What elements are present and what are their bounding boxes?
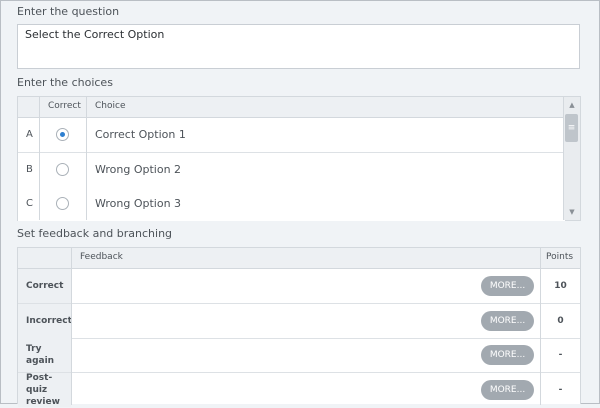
header-points: Points <box>546 252 574 262</box>
choices-table-header: Correct Choice <box>18 97 565 118</box>
feedback-row-label: Incorrect <box>18 304 72 338</box>
correct-radio-selected[interactable] <box>56 128 69 141</box>
scroll-down-arrow-icon[interactable]: ▼ <box>564 205 580 219</box>
points-value[interactable]: 0 <box>541 304 580 338</box>
more-button[interactable]: MORE... <box>481 311 534 331</box>
feedback-row-try-again: Try again MORE... - <box>18 338 580 373</box>
more-button[interactable]: MORE... <box>481 345 534 365</box>
choice-text-input[interactable]: Wrong Option 2 <box>95 163 181 176</box>
header-feedback: Feedback <box>80 252 123 262</box>
correct-radio[interactable] <box>56 163 69 176</box>
column-divider <box>86 97 87 220</box>
choices-scrollbar[interactable]: ▲ ≡ ▼ <box>563 97 580 220</box>
points-value[interactable]: - <box>541 373 580 407</box>
points-value[interactable]: - <box>541 338 580 372</box>
choices-section-label: Enter the choices <box>17 76 113 89</box>
feedback-row-label: Correct <box>18 269 71 303</box>
header-correct: Correct <box>48 101 81 111</box>
feedback-row-correct: Correct MORE... 10 <box>18 269 580 304</box>
points-value[interactable]: 10 <box>541 269 580 303</box>
question-section-label: Enter the question <box>17 5 120 18</box>
correct-radio[interactable] <box>56 197 69 210</box>
choice-letter: A <box>26 129 33 140</box>
feedback-row-label: Post-quiz review <box>18 373 71 407</box>
choice-letter: B <box>26 164 33 175</box>
feedback-table-header: Feedback Points <box>18 248 580 269</box>
scroll-thumb[interactable]: ≡ <box>565 114 578 142</box>
choice-text-input[interactable]: Wrong Option 3 <box>95 197 181 210</box>
column-divider <box>540 248 541 405</box>
feedback-table: Feedback Points Correct MORE... 10 Incor… <box>17 247 581 407</box>
feedback-row-label: Try again <box>18 338 71 372</box>
column-divider <box>39 97 40 220</box>
choice-row[interactable]: C Wrong Option 3 <box>18 187 565 221</box>
header-choice: Choice <box>95 101 126 111</box>
choice-letter: C <box>26 198 33 209</box>
choice-row[interactable]: A Correct Option 1 <box>18 118 565 153</box>
column-divider <box>71 248 72 405</box>
feedback-section-label: Set feedback and branching <box>17 227 173 240</box>
more-button[interactable]: MORE... <box>481 380 534 400</box>
scroll-up-arrow-icon[interactable]: ▲ <box>564 98 580 112</box>
feedback-row-post-quiz-review: Post-quiz review MORE... - <box>18 373 580 407</box>
choice-text-input[interactable]: Correct Option 1 <box>95 128 186 141</box>
choice-row[interactable]: B Wrong Option 2 <box>18 153 565 188</box>
choices-table: Correct Choice A Correct Option 1 B Wron… <box>17 96 581 221</box>
question-input[interactable]: Select the Correct Option <box>17 24 580 69</box>
feedback-row-incorrect: Incorrect MORE... 0 <box>18 304 580 339</box>
more-button[interactable]: MORE... <box>481 276 534 296</box>
